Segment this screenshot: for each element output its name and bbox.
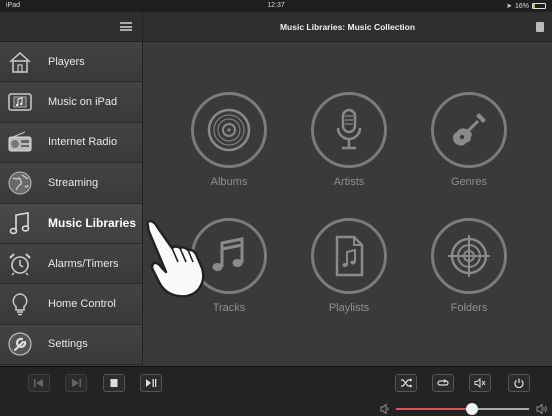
sidebar-item-label: Alarms/Timers <box>48 257 119 270</box>
menu-icon[interactable] <box>120 22 132 31</box>
vinyl-disc-icon <box>191 92 267 168</box>
status-bar: iPad 12:37 ➤ 16% <box>0 0 552 12</box>
tile-label: Albums <box>210 176 248 188</box>
battery-percent: 16% <box>514 2 529 10</box>
volume-fill <box>396 408 472 410</box>
sidebar-item-internet-radio[interactable]: Internet Radio <box>0 122 142 164</box>
stop-button[interactable] <box>103 374 125 392</box>
tile-label: Genres <box>450 176 488 188</box>
lightbulb-icon <box>6 290 34 318</box>
sidebar-item-music-libraries[interactable]: Music Libraries <box>0 203 142 244</box>
guitar-icon <box>431 92 507 168</box>
tile-tracks[interactable]: Tracks <box>189 218 269 314</box>
battery-indicator: ➤ 16% <box>506 2 546 10</box>
volume-high-icon <box>536 403 547 415</box>
volume-low-icon <box>380 403 389 415</box>
transport-bar <box>0 366 552 416</box>
settings-icon <box>6 330 34 358</box>
volume-track[interactable] <box>396 403 529 415</box>
sidebar-item-settings[interactable]: Settings <box>0 324 142 366</box>
power-icon <box>514 378 524 388</box>
previous-button[interactable] <box>28 374 50 392</box>
repeat-icon <box>437 379 449 386</box>
music-note-icon <box>191 218 267 294</box>
page-title: Music Libraries: Music Collection <box>279 22 416 32</box>
sidebar-item-label: Internet Radio <box>48 136 118 149</box>
sidebar-item-label: Streaming <box>48 176 99 189</box>
next-button[interactable] <box>65 374 87 392</box>
globe-icon <box>6 169 34 197</box>
sidebar-item-label: Players <box>48 55 85 68</box>
volume-slider[interactable] <box>380 403 548 415</box>
tile-label: Tracks <box>212 302 246 314</box>
repeat-button[interactable] <box>432 374 454 392</box>
tile-genres[interactable]: Genres <box>429 92 509 188</box>
sidebar-item-label: Home Control <box>48 298 116 311</box>
alarm-clock-icon <box>6 250 34 278</box>
mute-icon <box>474 378 486 388</box>
tile-label: Artists <box>333 176 365 188</box>
sidebar: Players Music on iPad Internet Radio Str… <box>0 12 143 366</box>
status-time: 12:37 <box>267 2 285 9</box>
library-grid: Albums Artists Genres Tracks Playlists F… <box>143 42 552 366</box>
power-button[interactable] <box>508 374 530 392</box>
volume-thumb[interactable] <box>465 403 478 415</box>
sidebar-top-bar <box>0 12 142 42</box>
sidebar-item-music-on-ipad[interactable]: Music on iPad <box>0 82 142 123</box>
music-note-icon <box>6 209 34 237</box>
tile-label: Playlists <box>328 302 370 314</box>
app-window: iPad 12:37 ➤ 16% Players Music on iPad I… <box>0 0 552 416</box>
next-icon <box>72 379 81 387</box>
battery-icon <box>532 3 546 9</box>
tile-albums[interactable]: Albums <box>189 92 269 188</box>
sidebar-item-players[interactable]: Players <box>0 42 142 83</box>
play-pause-icon <box>146 379 157 387</box>
sidebar-item-label: Music on iPad <box>48 96 118 109</box>
location-icon: ➤ <box>506 3 512 10</box>
device-icon[interactable] <box>536 22 544 32</box>
music-on-ipad-icon <box>6 88 34 116</box>
sidebar-item-label: Settings <box>48 338 88 351</box>
tile-folders[interactable]: Folders <box>429 218 509 314</box>
tile-artists[interactable]: Artists <box>309 92 389 188</box>
mute-button[interactable] <box>469 374 491 392</box>
microphone-icon <box>311 92 387 168</box>
sidebar-item-label: Music Libraries <box>48 216 137 231</box>
shuffle-button[interactable] <box>395 374 417 392</box>
sidebar-item-alarms-timers[interactable]: Alarms/Timers <box>0 243 142 285</box>
stop-icon <box>110 379 118 387</box>
sidebar-item-home-control[interactable]: Home Control <box>0 284 142 325</box>
page-header: Music Libraries: Music Collection <box>143 12 552 42</box>
tile-label: Folders <box>450 302 488 314</box>
sidebar-item-streaming[interactable]: Streaming <box>0 163 142 204</box>
play-pause-button[interactable] <box>140 374 162 392</box>
tile-playlists[interactable]: Playlists <box>309 218 389 314</box>
shuffle-icon <box>401 378 412 388</box>
target-icon <box>431 218 507 294</box>
house-icon <box>6 48 34 76</box>
playlist-file-icon <box>311 218 387 294</box>
previous-icon <box>34 379 43 387</box>
radio-icon <box>6 128 34 156</box>
